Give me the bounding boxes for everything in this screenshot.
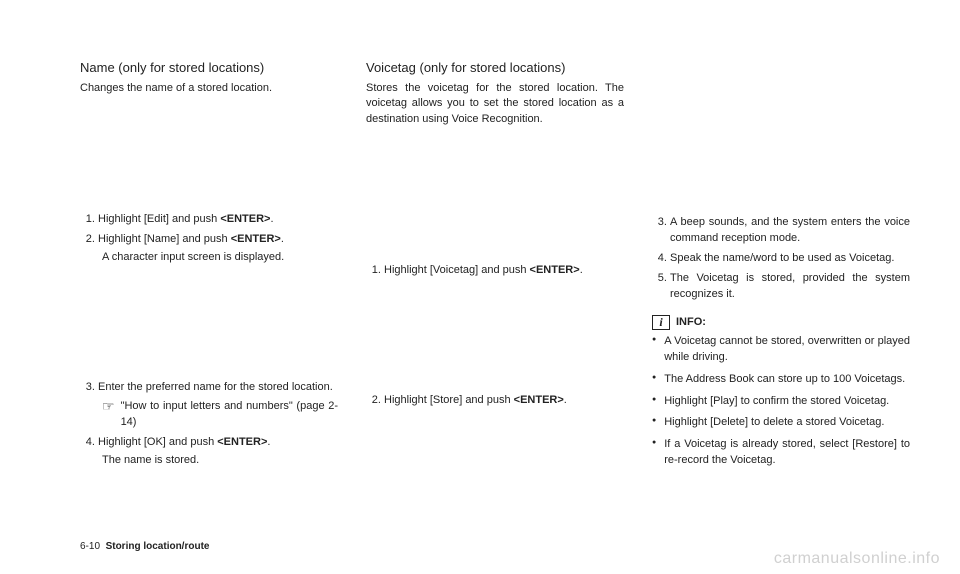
screenshot-placeholder (366, 133, 624, 263)
steps-list-2: Highlight [Store] and push <ENTER>. (366, 393, 624, 413)
step-item: Highlight [Store] and push <ENTER>. (384, 393, 624, 409)
key-label: <ENTER> (220, 213, 270, 225)
step-item: Enter the preferred name for the stored … (98, 380, 338, 432)
info-header: i INFO: (652, 315, 910, 330)
step-item: Highlight [Edit] and push <ENTER>. (98, 212, 338, 228)
step-text: . (564, 394, 567, 406)
section-name: Storing location/route (106, 541, 210, 552)
step-item: Speak the name/word to be used as Voicet… (670, 251, 910, 267)
step-text: . (281, 233, 284, 245)
section-title-name: Name (only for stored locations) (80, 60, 338, 77)
bullet-text: Highlight [Delete] to delete a stored Vo… (664, 415, 884, 431)
step-sub: The name is stored. (98, 453, 338, 468)
bullet-text: If a Voicetag is already stored, select … (664, 437, 910, 469)
step-text: The Voicetag is stored, provided the sys… (670, 272, 910, 300)
watermark: carmanualsonline.info (774, 550, 940, 568)
step-text: Enter the preferred name for the stored … (98, 381, 333, 393)
step-text: . (270, 213, 273, 225)
step-text: Highlight [Edit] and push (98, 213, 220, 225)
step-item: Highlight [OK] and push <ENTER>. The nam… (98, 435, 338, 468)
info-bullets: A Voicetag cannot be stored, overwritten… (652, 334, 910, 476)
step-text: . (580, 264, 583, 276)
key-label: <ENTER> (514, 394, 564, 406)
steps-list: A beep sounds, and the system enters the… (652, 215, 910, 307)
bullet-text: The Address Book can store up to 100 Voi… (664, 372, 905, 388)
step-text: Speak the name/word to be used as Voicet… (670, 252, 894, 264)
step-text: A beep sounds, and the system enters the… (670, 216, 910, 244)
screenshot-placeholder (366, 283, 624, 393)
step-text: Highlight [Voicetag] and push (384, 264, 530, 276)
screenshot-placeholder (652, 60, 910, 215)
step-text: Highlight [Store] and push (384, 394, 514, 406)
screenshot-placeholder (80, 102, 338, 212)
section-desc: Stores the voicetag for the stored locat… (366, 81, 624, 127)
reference-text: "How to input letters and numbers" (page… (121, 399, 338, 431)
bullet-text: A Voicetag cannot be stored, overwritten… (664, 334, 910, 366)
column-2: Voicetag (only for stored locations) Sto… (366, 60, 624, 520)
step-sub: A character input screen is displayed. (98, 250, 338, 265)
steps-list-1: Highlight [Edit] and push <ENTER>. Highl… (80, 212, 338, 269)
column-3: A beep sounds, and the system enters the… (652, 60, 910, 520)
column-1: Name (only for stored locations) Changes… (80, 60, 338, 520)
list-item: The Address Book can store up to 100 Voi… (652, 372, 910, 388)
section-title-voicetag: Voicetag (only for stored locations) (366, 60, 624, 77)
section-desc: Changes the name of a stored location. (80, 81, 338, 96)
step-text: Highlight [Name] and push (98, 233, 231, 245)
page-number: 6-10 (80, 541, 100, 552)
reference-icon: ☞ (102, 399, 115, 413)
bullet-text: Highlight [Play] to confirm the stored V… (664, 394, 889, 410)
list-item: If a Voicetag is already stored, select … (652, 437, 910, 469)
list-item: Highlight [Delete] to delete a stored Vo… (652, 415, 910, 431)
step-item: Highlight [Name] and push <ENTER>. A cha… (98, 232, 338, 265)
key-label: <ENTER> (530, 264, 580, 276)
steps-list-2: Enter the preferred name for the stored … (80, 380, 338, 473)
step-text: . (267, 436, 270, 448)
info-icon: i (652, 315, 670, 330)
page-footer: 6-10 Storing location/route (80, 541, 209, 552)
step-item: A beep sounds, and the system enters the… (670, 215, 910, 247)
info-label: INFO: (676, 316, 706, 328)
list-item: Highlight [Play] to confirm the stored V… (652, 394, 910, 410)
step-item: Highlight [Voicetag] and push <ENTER>. (384, 263, 624, 279)
list-item: A Voicetag cannot be stored, overwritten… (652, 334, 910, 366)
key-label: <ENTER> (217, 436, 267, 448)
steps-list-1: Highlight [Voicetag] and push <ENTER>. (366, 263, 624, 283)
key-label: <ENTER> (231, 233, 281, 245)
cross-reference: ☞ "How to input letters and numbers" (pa… (98, 399, 338, 431)
step-text: Highlight [OK] and push (98, 436, 217, 448)
screenshot-placeholder (80, 270, 338, 380)
step-item: The Voicetag is stored, provided the sys… (670, 271, 910, 303)
